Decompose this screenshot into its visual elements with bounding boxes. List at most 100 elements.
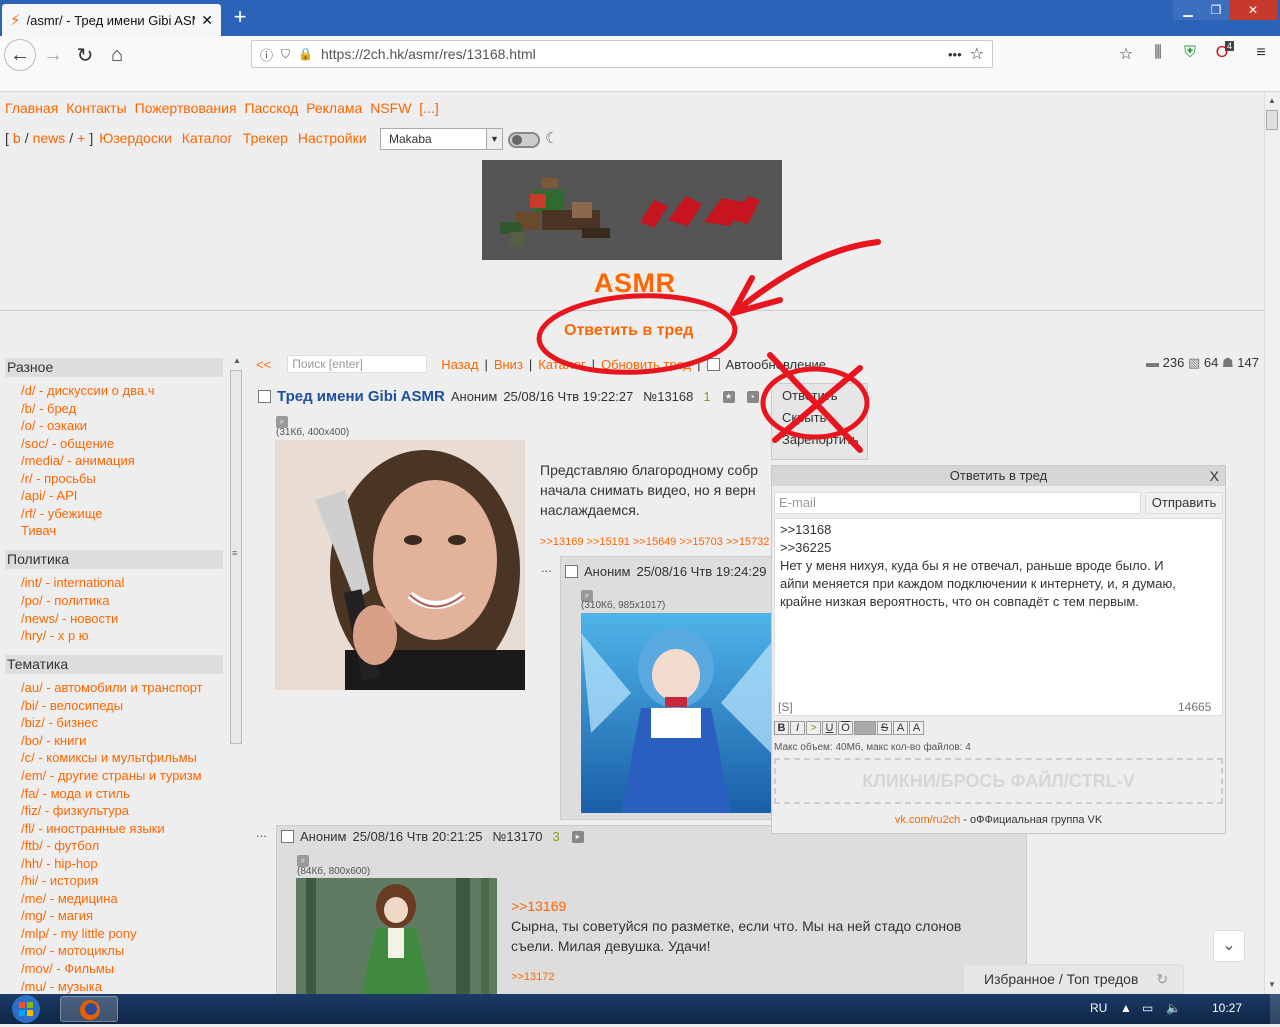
nav-link-passcode[interactable]: Пасскод <box>244 100 298 116</box>
settings-link[interactable]: Настройки <box>298 130 367 146</box>
userboards-link[interactable]: Юзердоски <box>99 130 172 146</box>
sidebar-item-bi[interactable]: /bi/ - велосипеды <box>21 698 123 713</box>
post-checkbox[interactable] <box>281 830 294 843</box>
shield-icon[interactable]: ⛉ <box>281 47 290 62</box>
nav-link-ads[interactable]: Реклама <box>306 100 362 116</box>
scrollbar-thumb[interactable] <box>1266 110 1278 130</box>
sidebar-item-mov[interactable]: /mov/ - Фильмы <box>21 961 114 976</box>
start-button[interactable] <box>4 994 48 1024</box>
info-icon[interactable]: ⓘ <box>260 45 273 64</box>
sidebar-item-c[interactable]: /c/ - комиксы и мультфильмы <box>21 750 197 765</box>
forward-button[interactable]: → <box>38 40 68 70</box>
network-icon[interactable]: ▭ <box>1142 1001 1153 1015</box>
minimize-button[interactable]: ▁ <box>1173 0 1203 20</box>
sidebar-section-misc[interactable]: Разное <box>5 358 223 377</box>
autorefresh-checkbox[interactable] <box>706 357 720 371</box>
reload-button[interactable]: ↻ <box>70 40 100 70</box>
italic-button[interactable]: I <box>790 721 805 735</box>
bookmark-star-icon[interactable]: ☆ <box>970 44 984 64</box>
sidebar-item-fiz[interactable]: /fiz/ - физкультура <box>21 803 129 818</box>
down-link[interactable]: Вниз <box>494 357 523 372</box>
page-scrollbar[interactable]: ▲ ▼ <box>1264 92 1280 994</box>
sidebar-item-hi[interactable]: /hi/ - история <box>21 873 98 888</box>
sidebar-scrollbar[interactable]: ▲ ≡ <box>229 352 244 994</box>
sidebar-item-ftb[interactable]: /ftb/ - футбол <box>21 838 99 853</box>
extension-icon[interactable]: O4 <box>1211 41 1235 64</box>
strike-button[interactable]: S <box>877 721 892 735</box>
post-number[interactable]: №13170 <box>492 829 542 844</box>
reply-in-thread-link[interactable]: Ответить в тред <box>564 322 693 340</box>
op-replies-links[interactable]: >>13169 >>15191 >>15649 >>15703 >>15732 <box>540 536 776 548</box>
sidebar-item-rf[interactable]: /rf/ - убежище <box>21 506 103 521</box>
board-banner[interactable] <box>482 160 782 260</box>
scroll-up-icon[interactable]: ▲ <box>233 356 241 365</box>
menu-item-hide[interactable]: Скрыть <box>772 406 867 428</box>
sidebar-item-media[interactable]: /media/ - анимация <box>21 453 135 468</box>
nav-link-contacts[interactable]: Контакты <box>66 100 126 116</box>
reply-image[interactable] <box>581 613 771 813</box>
scroll-up-icon[interactable]: ▲ <box>1268 96 1276 105</box>
reply-quote-link[interactable]: >>13169 <box>511 898 566 914</box>
post-menu-icon[interactable]: ▸ <box>571 830 584 843</box>
sidebar-item-fl[interactable]: /fl/ - иностранные языки <box>21 821 165 836</box>
bold-button[interactable]: B <box>774 721 789 735</box>
chevron-down-icon[interactable]: ▼ <box>486 129 502 149</box>
menu-item-reply[interactable]: Ответить <box>772 384 867 406</box>
sidebar-item-mg[interactable]: /mg/ - магия <box>21 908 93 923</box>
sidebar-item-d[interactable]: /d/ - дискуссии о два.ч <box>21 383 154 398</box>
url-bar[interactable]: ⓘ ⛉ 🔒 https://2ch.hk/asmr/res/13168.html… <box>251 40 993 68</box>
reading-list-icon[interactable]: ☆ <box>1115 44 1137 64</box>
volume-icon[interactable]: 🔈 <box>1166 1001 1181 1015</box>
sidebar-item-biz[interactable]: /biz/ - бизнес <box>21 715 98 730</box>
sidebar-item-api[interactable]: /api/ - API <box>21 488 77 503</box>
nav-link-donations[interactable]: Пожертвования <box>135 100 237 116</box>
sidebar-item-au[interactable]: /au/ - автомобили и транспорт <box>21 680 203 695</box>
tracker-link[interactable]: Трекер <box>243 130 288 146</box>
send-button[interactable]: Отправить <box>1145 492 1223 514</box>
catalog-link[interactable]: Каталог <box>182 130 233 146</box>
sidebar-item-mo[interactable]: /mo/ - мотоциклы <box>21 943 124 958</box>
reply-textarea[interactable]: >>13168 >>36225 Нет у меня нихуя, куда б… <box>774 518 1223 716</box>
sidebar-item-em[interactable]: /em/ - другие страны и туризм <box>21 768 202 783</box>
sidebar-item-po[interactable]: /po/ - политика <box>21 593 110 608</box>
sidebar-item-tivach[interactable]: Тивач <box>21 523 56 538</box>
post-number[interactable]: №13168 <box>643 389 693 404</box>
zoom-icon[interactable]: ⌕ <box>276 412 288 428</box>
sidebar-item-o[interactable]: /o/ - оэкаки <box>21 418 87 433</box>
thread-search-input[interactable]: Поиск [enter] <box>287 355 428 373</box>
tray-expand-icon[interactable]: ▲ <box>1120 1001 1132 1015</box>
shield-extension-icon[interactable]: ⛨ <box>1179 44 1201 64</box>
zoom-icon[interactable]: ⌕ <box>297 851 309 867</box>
scroll-down-button[interactable]: ⌄ <box>1213 930 1245 962</box>
post-checkbox[interactable] <box>565 565 578 578</box>
library-icon[interactable]: ⫼ <box>1147 44 1169 64</box>
night-mode-toggle[interactable] <box>508 132 540 148</box>
superscript-button[interactable]: A <box>893 721 908 735</box>
nav-link-nsfw[interactable]: NSFW <box>370 100 411 116</box>
firefox-taskbar-button[interactable] <box>60 996 118 1022</box>
sidebar-item-soc[interactable]: /soc/ - общение <box>21 436 114 451</box>
scroll-down-icon[interactable]: ▼ <box>1268 980 1276 989</box>
reply-file-info[interactable]: (310Кб, 985x1017) <box>581 600 665 611</box>
board-link-plus[interactable]: + <box>77 130 85 146</box>
reply-replies-links[interactable]: >>13172 <box>511 971 554 983</box>
home-button[interactable]: ⌂ <box>102 40 132 70</box>
favorites-panel[interactable]: Избранное / Топ тредов ↻ <box>963 964 1184 994</box>
back-button[interactable]: ← <box>4 39 36 71</box>
favorite-star-icon[interactable]: ★ <box>722 390 735 403</box>
sidebar-item-mu[interactable]: /mu/ - музыка <box>21 979 102 994</box>
quick-reply-header[interactable]: Ответить в тред <box>772 466 1225 486</box>
refresh-thread-link[interactable]: Обновить тред <box>601 357 691 372</box>
top-threads-tab[interactable]: Топ тредов <box>1067 971 1139 987</box>
url-text[interactable]: https://2ch.hk/asmr/res/13168.html <box>321 46 940 62</box>
sidebar-item-hh[interactable]: /hh/ - hip-hop <box>21 856 98 871</box>
reply-image[interactable] <box>296 878 497 994</box>
board-link-news[interactable]: news <box>33 130 66 146</box>
refresh-icon[interactable]: ↻ <box>1156 971 1168 987</box>
subscript-button[interactable]: A <box>909 721 924 735</box>
vk-link[interactable]: vk.com/ru2ch <box>895 814 960 826</box>
clock[interactable]: 10:27 <box>1212 1001 1242 1015</box>
new-tab-button[interactable]: + <box>226 4 254 32</box>
overline-button[interactable]: O <box>838 721 853 735</box>
browser-tab[interactable]: ⚡ /asmr/ - Тред имени Gibi ASMR ✕ <box>2 4 221 36</box>
